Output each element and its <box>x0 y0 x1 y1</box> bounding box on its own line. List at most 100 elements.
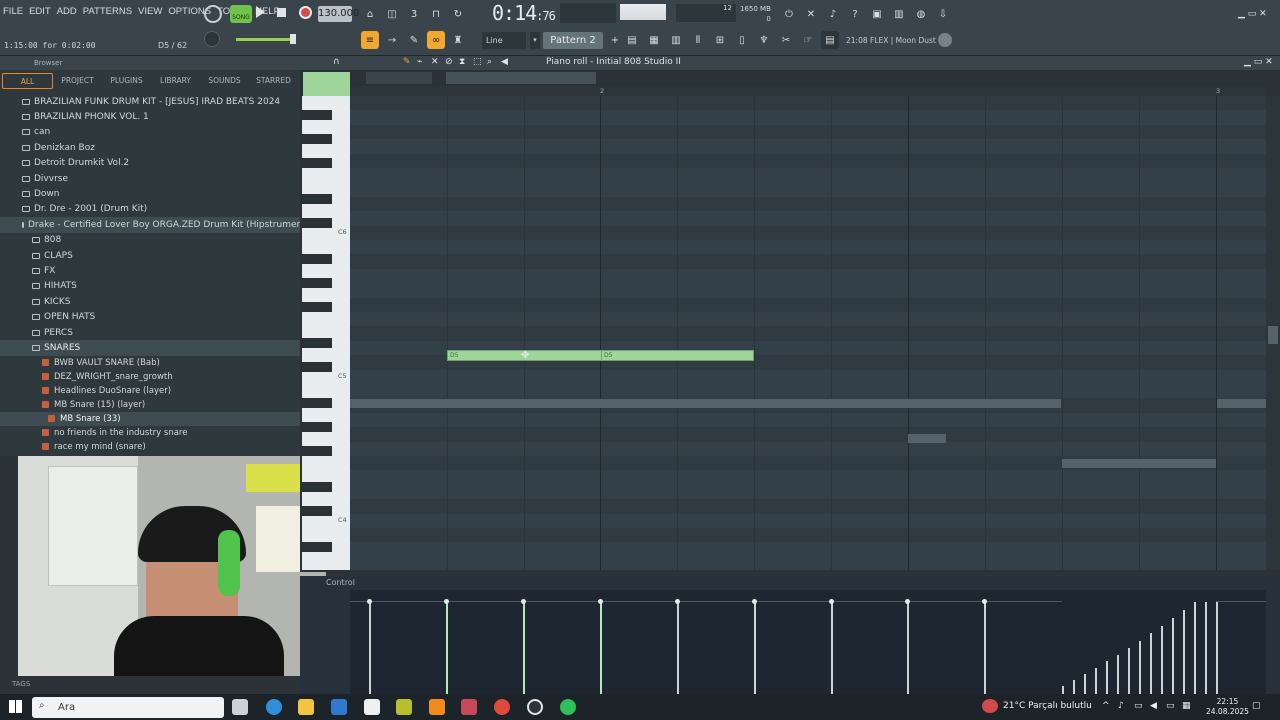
pencil-icon[interactable]: ✎ <box>405 31 423 49</box>
spotify-icon[interactable] <box>560 699 576 715</box>
piano-roll-window-icon[interactable]: ▦ <box>645 31 663 49</box>
subfolder-item[interactable]: 808 <box>0 233 300 248</box>
black-key[interactable] <box>302 506 332 516</box>
velocity-bar-selected[interactable] <box>523 602 525 694</box>
sample-item[interactable]: DEZ_WRIGHT_snare_growth <box>0 370 300 384</box>
folder-item[interactable]: Divvrse <box>0 171 300 186</box>
velocity-bar[interactable] <box>984 602 986 694</box>
task-view-icon[interactable] <box>232 699 248 715</box>
subfolder-item[interactable]: OPEN HATS <box>0 309 300 324</box>
velocity-bar[interactable] <box>831 602 833 694</box>
stop-icon[interactable] <box>277 8 286 17</box>
edge-icon[interactable] <box>266 699 282 715</box>
black-key[interactable] <box>302 134 332 144</box>
black-key[interactable] <box>302 422 332 432</box>
piano-roll-window-controls[interactable]: ▁ ▭ ✕ <box>1244 57 1273 67</box>
black-key[interactable] <box>302 254 332 264</box>
playlist-window-icon[interactable]: ▤ <box>623 31 641 49</box>
black-key[interactable] <box>302 542 332 552</box>
pattern-selector[interactable]: Pattern 2 <box>543 32 603 49</box>
menu-edit[interactable]: EDIT <box>29 6 51 17</box>
black-key[interactable] <box>302 446 332 456</box>
obs-icon[interactable] <box>527 699 543 715</box>
velocity-bar[interactable] <box>1128 648 1130 694</box>
velocity-handle[interactable] <box>444 599 449 604</box>
loop-record-icon[interactable]: ↻ <box>449 5 467 23</box>
velocity-handle[interactable] <box>675 599 680 604</box>
velocity-bar[interactable] <box>754 602 756 694</box>
tray-chevron-icon[interactable]: ^ <box>1102 701 1110 711</box>
step-edit-icon[interactable]: ⊓ <box>427 5 445 23</box>
black-key[interactable] <box>302 110 332 120</box>
touch-icon[interactable]: ☞ <box>799 31 817 49</box>
velocity-bar[interactable] <box>1095 668 1097 694</box>
black-key[interactable] <box>302 278 332 288</box>
microphone-icon[interactable]: ♪ <box>824 5 842 23</box>
channel-rack-icon[interactable]: ▥ <box>667 31 685 49</box>
scroll-overview-thumb[interactable] <box>446 72 596 84</box>
velocity-bar[interactable] <box>1216 602 1218 694</box>
folder-item[interactable]: Detroit Drumkit Vol.2 <box>0 156 300 171</box>
mixer-window-icon[interactable]: ⫴ <box>689 31 707 49</box>
tab-sounds[interactable]: SOUNDS <box>200 73 249 89</box>
store-icon[interactable] <box>364 699 380 715</box>
velocity-bar[interactable] <box>1084 674 1086 694</box>
velocity-bar[interactable] <box>677 602 679 694</box>
windows-start-icon[interactable] <box>9 700 22 713</box>
menu-file[interactable]: FILE <box>3 6 23 17</box>
snap-select[interactable]: Line <box>482 32 526 49</box>
velocity-bar[interactable] <box>1161 626 1163 694</box>
black-key[interactable] <box>302 482 332 492</box>
scroll-overview[interactable] <box>366 72 432 84</box>
tab-all[interactable]: ALL <box>2 73 53 89</box>
subfolder-item[interactable]: HIHATS <box>0 279 300 294</box>
snap-magnet-icon[interactable]: ∩ <box>333 57 340 67</box>
event-target-label[interactable]: Control <box>326 578 355 587</box>
menu-patterns[interactable]: PATTERNS <box>83 6 132 17</box>
velocity-bar[interactable] <box>1106 661 1108 694</box>
cut-icon[interactable]: ✂ <box>777 31 795 49</box>
notification-icon[interactable]: ▢ <box>1252 701 1261 711</box>
velocity-bar[interactable] <box>1062 686 1064 694</box>
velocity-handle[interactable] <box>752 599 757 604</box>
select-tool-icon[interactable]: ⬚ <box>473 57 482 67</box>
taskbar-search[interactable]: Ara <box>32 697 224 718</box>
sample-item[interactable]: Headlines DuoSnare (layer) <box>0 384 300 398</box>
velocity-bar[interactable] <box>1150 633 1152 694</box>
tab-plugins[interactable]: PLUGINS <box>102 73 151 89</box>
delete-tool-icon[interactable]: ✕ <box>431 57 439 67</box>
channel-tree-icon[interactable]: ⊞ <box>711 31 729 49</box>
timeline-ruler[interactable]: 2 3 <box>350 86 1266 96</box>
tab-starred[interactable]: STARRED <box>249 73 298 89</box>
velocity-handle[interactable] <box>598 599 603 604</box>
mixer-icon[interactable]: ✕ <box>802 5 820 23</box>
play-icon[interactable] <box>256 6 265 18</box>
battery-icon[interactable]: ▭ <box>1166 701 1175 711</box>
chevron-down-icon[interactable]: ▾ <box>530 32 540 49</box>
fireworks-icon[interactable] <box>396 699 412 715</box>
sample-item-selected[interactable]: MB Snare (33) <box>0 411 300 426</box>
volume-icon[interactable]: ◀ <box>1150 701 1157 711</box>
save-icon[interactable]: ▣ <box>868 5 886 23</box>
folder-item-open[interactable]: Drake - Certified Lover Boy ORGA.ZED Dru… <box>0 217 344 233</box>
velocity-bar[interactable] <box>1139 641 1141 694</box>
black-key[interactable] <box>302 398 332 408</box>
sample-item[interactable]: BWB VAULT SNARE (Bab) <box>0 356 300 370</box>
power-icon[interactable]: ⏻ <box>780 5 798 23</box>
chat-icon[interactable]: ◍ <box>912 5 930 23</box>
playback-tool-icon[interactable]: ◀ <box>501 57 508 67</box>
sample-item[interactable]: no friends in the industry snare <box>0 426 300 440</box>
subfolder-item-open[interactable]: SNARES <box>0 340 300 356</box>
network-icon[interactable]: ▭ <box>1134 701 1143 711</box>
record-icon[interactable] <box>299 6 312 19</box>
menu-add[interactable]: ADD <box>57 6 77 17</box>
midi-icon[interactable]: ▥ <box>890 5 908 23</box>
arrow-icon[interactable]: → <box>383 31 401 49</box>
download-icon[interactable]: ⇩ <box>934 5 952 23</box>
black-key[interactable] <box>302 302 332 312</box>
taskbar-clock[interactable]: 22:15 24.08.2025 <box>1206 697 1249 717</box>
browser-icon[interactable]: ▯ <box>733 31 751 49</box>
sample-item[interactable]: MB Snare (15) (layer) <box>0 398 300 412</box>
news-icon[interactable]: ▤ <box>821 31 839 49</box>
zoom-tool-icon[interactable]: ⌕ <box>487 57 492 67</box>
